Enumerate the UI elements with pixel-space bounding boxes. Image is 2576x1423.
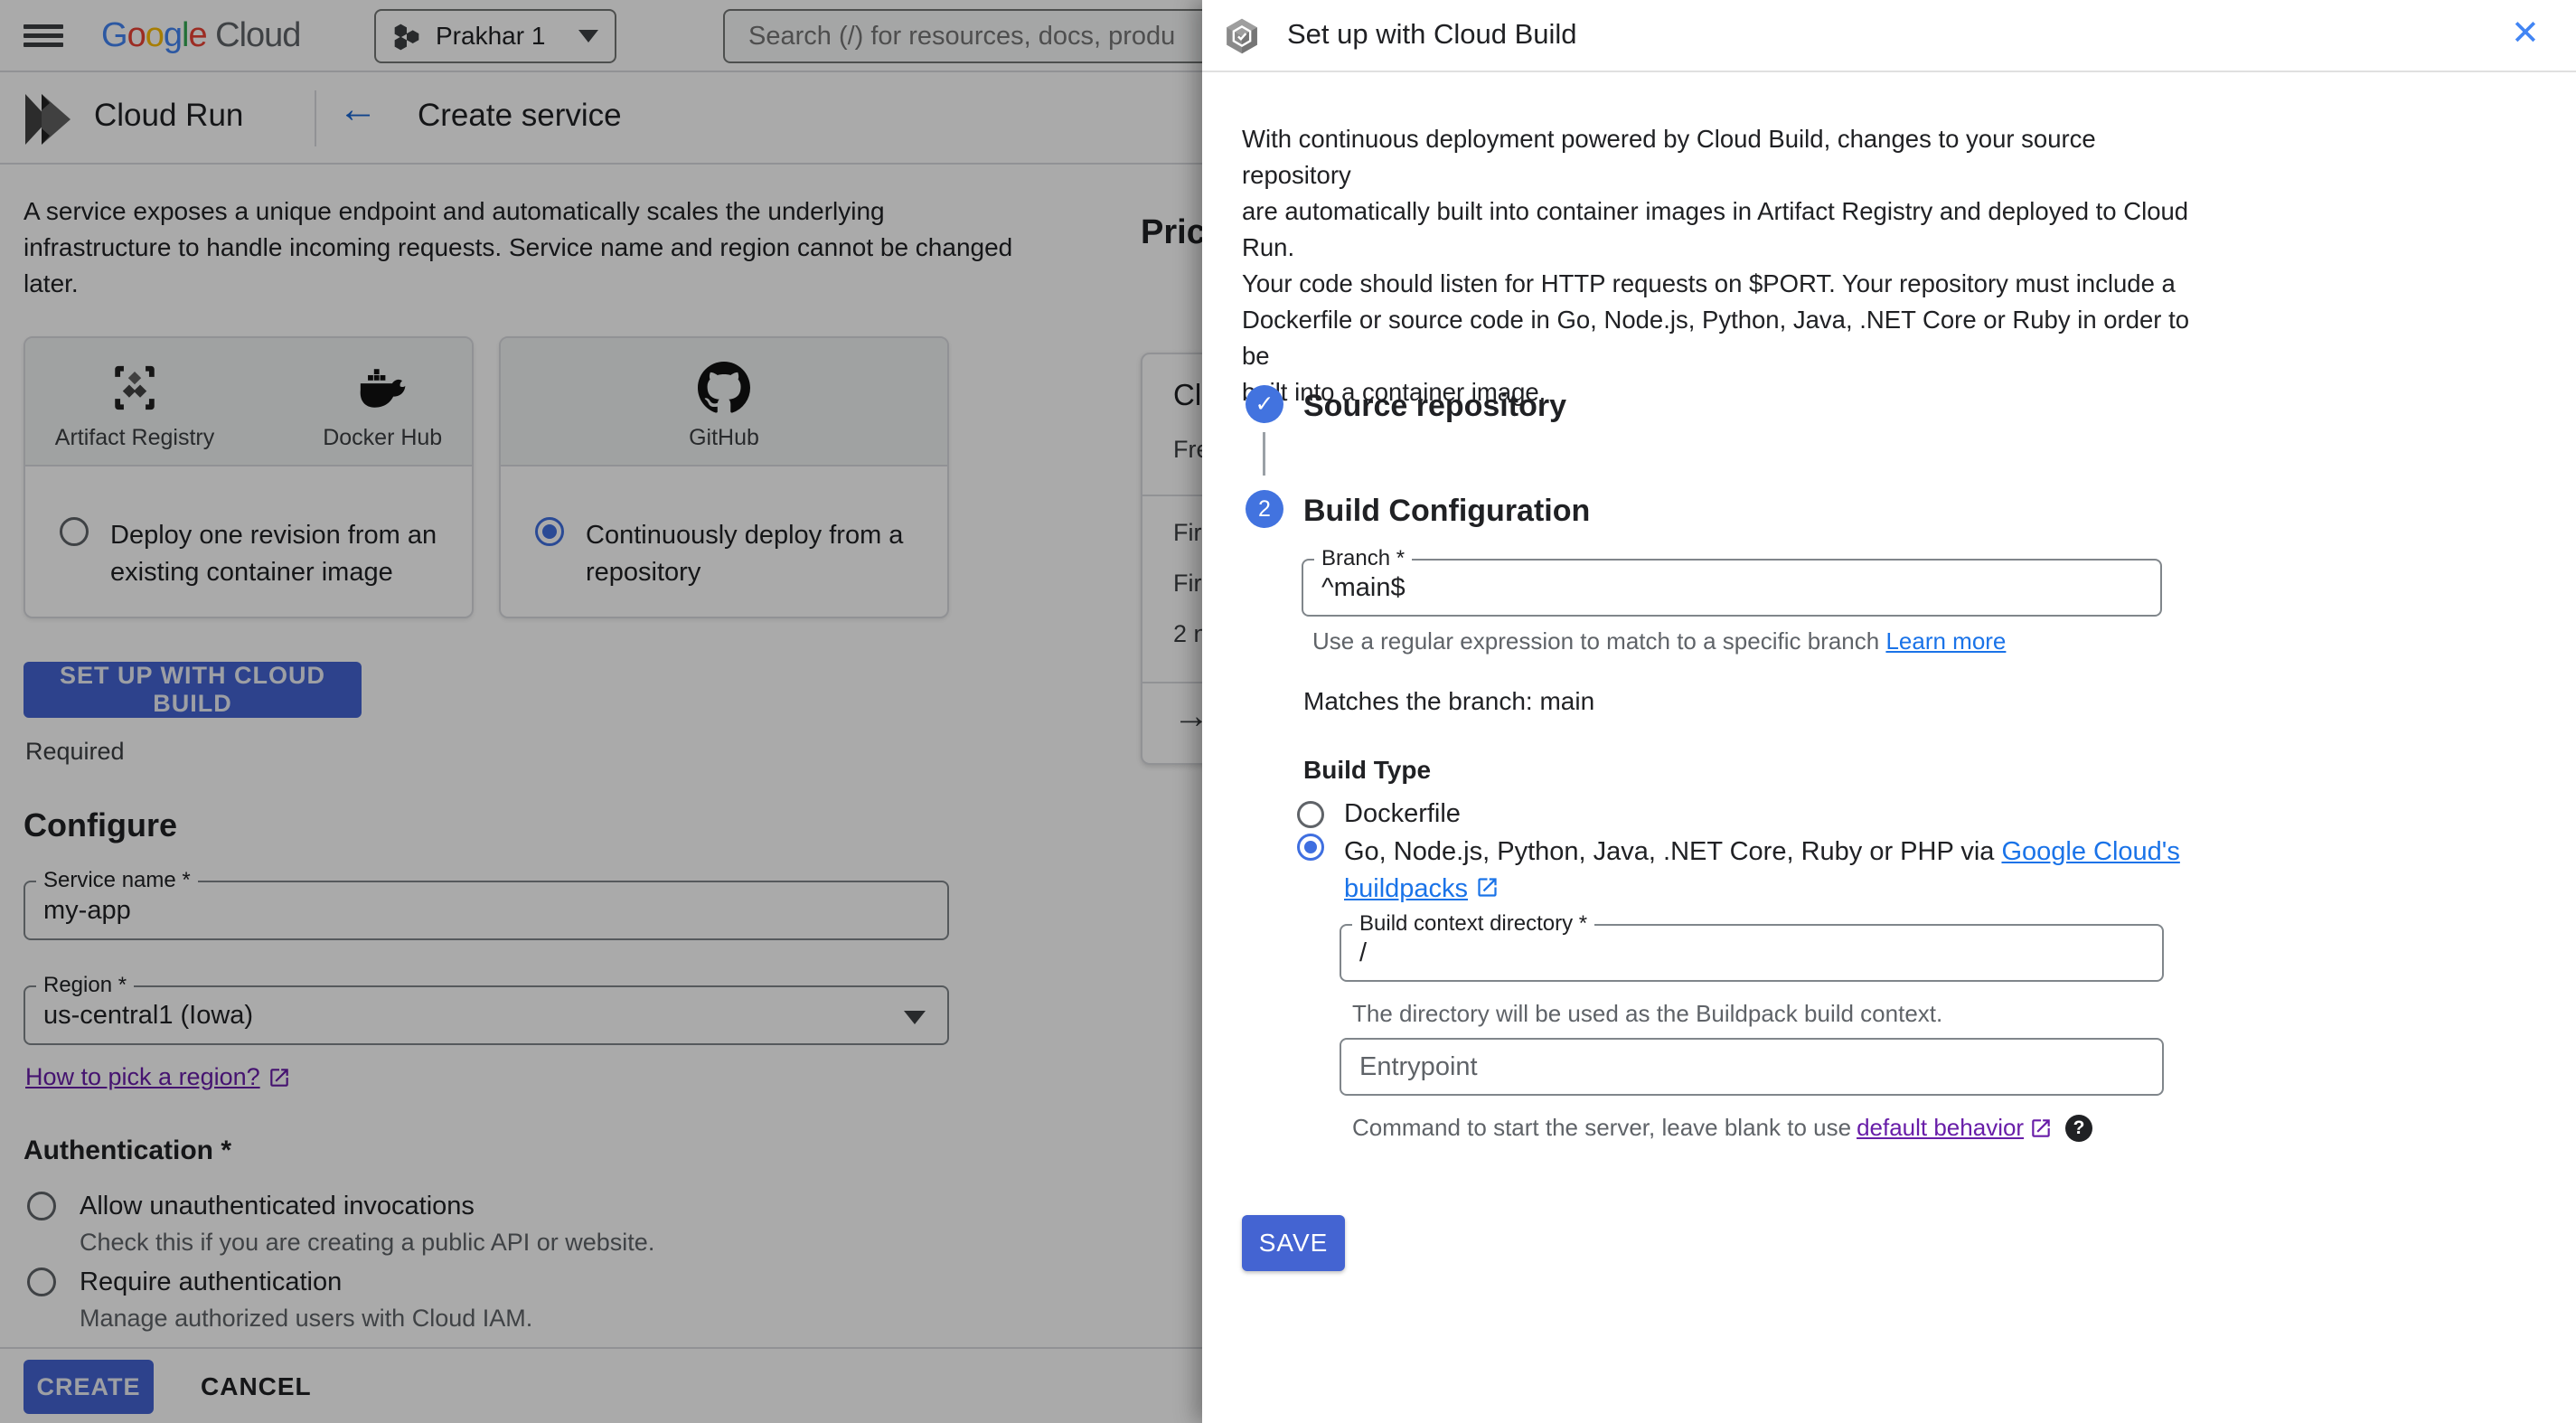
step-1-title[interactable]: Source repository bbox=[1303, 389, 1566, 424]
external-link-icon bbox=[2032, 1118, 2050, 1137]
dockerfile-label: Dockerfile bbox=[1344, 799, 1461, 828]
build-context-field[interactable]: Build context directory * bbox=[1340, 911, 2164, 982]
radio-buildpacks[interactable] bbox=[1297, 834, 1324, 861]
help-icon[interactable]: ? bbox=[2065, 1114, 2093, 1142]
build-context-label: Build context directory * bbox=[1352, 911, 1595, 937]
external-link-icon bbox=[1478, 878, 1497, 897]
cloud-build-icon bbox=[1227, 18, 1257, 54]
step-2-title: Build Configuration bbox=[1303, 494, 1591, 528]
panel-title: Set up with Cloud Build bbox=[1287, 18, 1577, 50]
entrypoint-input[interactable] bbox=[1341, 1040, 2162, 1094]
modal-scrim[interactable] bbox=[0, 0, 1202, 1423]
radio-dockerfile[interactable] bbox=[1297, 800, 1324, 828]
step-1-check-icon: ✓ bbox=[1246, 385, 1283, 423]
branch-helper: Use a regular expression to match to a s… bbox=[1312, 627, 2006, 655]
cloud-build-setup-panel: Set up with Cloud Build ✕ With continuou… bbox=[1202, 0, 2576, 1423]
google-cloud-console: Google Cloud Prakhar 1 Search (/) for re… bbox=[0, 0, 2576, 1423]
panel-header: Set up with Cloud Build ✕ bbox=[1202, 0, 2576, 72]
build-type-heading: Build Type bbox=[1303, 756, 1432, 784]
branch-field[interactable]: Branch * bbox=[1302, 546, 2162, 617]
step-connector bbox=[1263, 432, 1265, 476]
entrypoint-helper-text: Command to start the server, leave blank… bbox=[1352, 1114, 1852, 1141]
default-behavior-link[interactable]: default behavior bbox=[1857, 1114, 2024, 1142]
step-2-number: 2 bbox=[1246, 490, 1283, 528]
branch-helper-text: Use a regular expression to match to a s… bbox=[1312, 627, 1886, 655]
build-type-buildpacks-option[interactable]: Go, Node.js, Python, Java, .NET Core, Ru… bbox=[1297, 834, 2194, 908]
branch-match-note: Matches the branch: main bbox=[1303, 687, 1595, 715]
close-icon[interactable]: ✕ bbox=[2511, 13, 2540, 53]
branch-input[interactable] bbox=[1303, 561, 2160, 615]
entrypoint-helper: Command to start the server, leave blank… bbox=[1352, 1114, 2093, 1142]
build-type-dockerfile-option[interactable]: Dockerfile bbox=[1297, 799, 1461, 829]
panel-description: With continuous deployment powered by Cl… bbox=[1242, 125, 2190, 406]
build-context-helper: The directory will be used as the Buildp… bbox=[1352, 1000, 1943, 1027]
branch-label: Branch * bbox=[1314, 546, 1413, 571]
buildpacks-label-prefix: Go, Node.js, Python, Java, .NET Core, Ru… bbox=[1344, 837, 2002, 866]
save-button[interactable]: SAVE bbox=[1242, 1215, 1345, 1271]
entrypoint-field[interactable] bbox=[1340, 1038, 2164, 1096]
buildpacks-label: Go, Node.js, Python, Java, .NET Core, Ru… bbox=[1344, 834, 2194, 908]
learn-more-link[interactable]: Learn more bbox=[1885, 627, 2006, 655]
